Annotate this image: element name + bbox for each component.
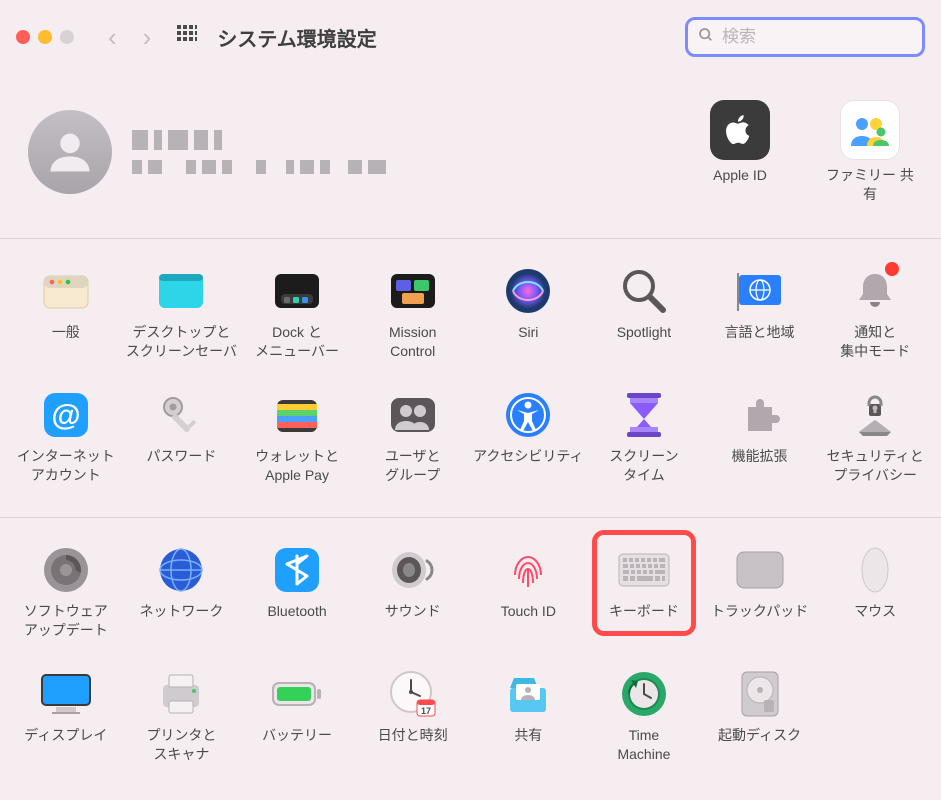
pane-users-groups[interactable]: ユーザと グループ — [355, 379, 471, 495]
show-all-button[interactable] — [177, 25, 197, 50]
displays-icon — [40, 668, 92, 720]
date-time-icon: 17 — [387, 668, 439, 720]
mission-control-icon — [387, 265, 439, 317]
pane-touch-id[interactable]: Touch ID — [471, 534, 587, 650]
family-sharing-pane[interactable]: ファミリー 共有 — [823, 100, 917, 204]
siri-icon — [502, 265, 554, 317]
search-input[interactable] — [722, 27, 912, 47]
prefs-row: ソフトウェア アップデート ネットワーク Bluetooth サウンド — [0, 530, 941, 654]
pane-displays[interactable]: ディスプレイ — [8, 658, 124, 774]
pane-date-time[interactable]: 17 日付と時刻 — [355, 658, 471, 774]
prefs-row: ディスプレイ プリンタと スキャナ バッテリー 17 日付と時刻 — [0, 654, 941, 778]
apple-id-label: Apple ID — [713, 166, 767, 185]
keyboard-icon — [618, 544, 670, 596]
pane-internet-accounts[interactable]: @ インターネット アカウント — [8, 379, 124, 495]
internet-accounts-icon: @ — [40, 389, 92, 441]
software-update-icon — [40, 544, 92, 596]
pane-extensions[interactable]: 機能拡張 — [702, 379, 818, 495]
pane-notifications[interactable]: 通知と 集中モード — [817, 255, 933, 371]
pane-general[interactable]: 一般 — [8, 255, 124, 371]
desktop-icon — [155, 265, 207, 317]
apple-id-pane[interactable]: Apple ID — [693, 100, 787, 204]
pane-passwords[interactable]: パスワード — [124, 379, 240, 495]
time-machine-icon — [618, 668, 670, 720]
pane-wallet-applepay[interactable]: ウォレットと Apple Pay — [239, 379, 355, 495]
prefs-row: 一般 デスクトップと スクリーンセーバ Dock と メニューバー Missio… — [0, 251, 941, 375]
notifications-icon — [849, 265, 901, 317]
pane-trackpad[interactable]: トラックパッド — [702, 534, 818, 650]
spotlight-icon — [618, 265, 670, 317]
search-field-wrap — [685, 17, 925, 57]
profile-name-redacted — [132, 130, 673, 174]
pane-time-machine[interactable]: Time Machine — [586, 658, 702, 774]
touch-id-icon — [502, 544, 554, 596]
mouse-icon — [849, 544, 901, 596]
search-icon — [698, 27, 714, 48]
window-title: システム環境設定 — [217, 23, 376, 52]
pane-screen-time[interactable]: スクリーン タイム — [586, 379, 702, 495]
notification-badge — [885, 262, 899, 276]
pane-siri[interactable]: Siri — [471, 255, 587, 371]
bluetooth-icon — [271, 544, 323, 596]
close-window-button[interactable] — [16, 30, 30, 44]
back-button[interactable]: ‹ — [108, 22, 117, 53]
trackpad-icon — [734, 544, 786, 596]
profile-side-items: Apple ID ファミリー 共有 — [693, 100, 917, 204]
pane-keyboard[interactable]: キーボード — [586, 534, 702, 650]
prefs-group-2: ソフトウェア アップデート ネットワーク Bluetooth サウンド — [0, 518, 941, 796]
startup-disk-icon — [734, 668, 786, 720]
pane-sound[interactable]: サウンド — [355, 534, 471, 650]
pane-battery[interactable]: バッテリー — [239, 658, 355, 774]
pane-network[interactable]: ネットワーク — [124, 534, 240, 650]
wallet-icon — [271, 389, 323, 441]
network-icon — [155, 544, 207, 596]
profile-row: Apple ID ファミリー 共有 — [0, 74, 941, 239]
language-icon — [734, 265, 786, 317]
pane-security-privacy[interactable]: セキュリティと プライバシー — [817, 379, 933, 495]
pane-language-region[interactable]: 言語と地域 — [702, 255, 818, 371]
pane-mouse[interactable]: マウス — [817, 534, 933, 650]
dock-icon — [271, 265, 323, 317]
pane-bluetooth[interactable]: Bluetooth — [239, 534, 355, 650]
pane-software-update[interactable]: ソフトウェア アップデート — [8, 534, 124, 650]
prefs-group-1: 一般 デスクトップと スクリーンセーバ Dock と メニューバー Missio… — [0, 239, 941, 518]
pane-sharing[interactable]: 共有 — [471, 658, 587, 774]
svg-text:@: @ — [51, 399, 80, 432]
screen-time-icon — [618, 389, 670, 441]
system-preferences-window: ‹ › システム環境設定 — [0, 0, 941, 800]
pane-desktop-screensaver[interactable]: デスクトップと スクリーンセーバ — [124, 255, 240, 371]
pane-dock-menubar[interactable]: Dock と メニューバー — [239, 255, 355, 371]
pane-mission-control[interactable]: Mission Control — [355, 255, 471, 371]
pane-spotlight[interactable]: Spotlight — [586, 255, 702, 371]
accessibility-icon — [502, 389, 554, 441]
traffic-lights — [16, 30, 74, 44]
security-icon — [849, 389, 901, 441]
pane-startup-disk[interactable]: 起動ディスク — [702, 658, 818, 774]
avatar[interactable] — [28, 110, 112, 194]
svg-text:17: 17 — [421, 706, 431, 716]
maximize-window-button[interactable] — [60, 30, 74, 44]
general-icon — [40, 265, 92, 317]
sharing-icon — [502, 668, 554, 720]
pane-accessibility[interactable]: アクセシビリティ — [471, 379, 587, 495]
battery-icon — [271, 668, 323, 720]
titlebar: ‹ › システム環境設定 — [0, 0, 941, 74]
minimize-window-button[interactable] — [38, 30, 52, 44]
family-sharing-label: ファミリー 共有 — [823, 166, 917, 204]
forward-button[interactable]: › — [143, 22, 152, 53]
prefs-row: @ インターネット アカウント パスワード ウォレットと Apple Pay — [0, 375, 941, 499]
extensions-icon — [734, 389, 786, 441]
passwords-icon — [155, 389, 207, 441]
printers-icon — [155, 668, 207, 720]
pane-printers-scanners[interactable]: プリンタと スキャナ — [124, 658, 240, 774]
sound-icon — [387, 544, 439, 596]
apple-logo-icon — [710, 100, 770, 160]
nav-arrows: ‹ › — [108, 22, 151, 53]
users-groups-icon — [387, 389, 439, 441]
family-icon — [840, 100, 900, 160]
